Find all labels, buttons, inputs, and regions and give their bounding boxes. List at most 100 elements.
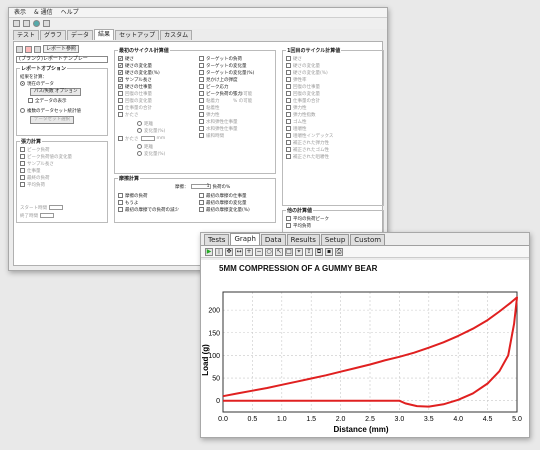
second-cycle-item[interactable]: 補正された咀嚼性 (286, 153, 333, 160)
first-cycle-item[interactable]: 回復の仕事量 (118, 90, 160, 97)
tab-results[interactable]: 結果 (94, 29, 115, 40)
first-cycle-item[interactable]: 弾力性 (199, 111, 254, 118)
second-cycle-item[interactable]: 補正されたゴム性 (286, 146, 333, 153)
first-cycle-item[interactable]: ✔ 硬さの仕事量 (118, 83, 160, 90)
new-icon[interactable] (16, 45, 23, 53)
tab-data2[interactable]: Data (260, 234, 286, 245)
play-icon[interactable]: ▶ (205, 247, 213, 256)
x-tick-label: 2.5 (365, 416, 375, 423)
delete-icon[interactable] (25, 45, 32, 53)
first-cycle-item[interactable]: ✔ 硬さの変化量 (118, 62, 160, 69)
first-cycle-item[interactable]: ✔ 硬さ (118, 55, 160, 62)
friction-item[interactable]: もうよ (118, 199, 179, 206)
second-cycle-item[interactable]: 硬さ (286, 55, 333, 62)
second-cycle-item[interactable]: 弾力性指数 (286, 111, 333, 118)
tab-graph-active[interactable]: Graph (230, 233, 260, 245)
tab-graph[interactable]: グラフ (40, 30, 67, 40)
first-cycle-item[interactable]: ターゲットの負荷 (199, 55, 254, 62)
other-calc-item[interactable]: 平均の負荷ピーク (286, 215, 329, 222)
friction-item[interactable]: 最初の摩擦変化量(%) (199, 206, 250, 213)
second-cycle-item[interactable]: 回復の仕事量 (286, 83, 333, 90)
menu-comm[interactable]: & 通信 (34, 9, 53, 16)
report-view-button[interactable]: レポート参照 (43, 45, 80, 53)
export-icon[interactable]: ⇪ (305, 247, 313, 256)
tab-custom2[interactable]: Custom (350, 234, 386, 245)
friction-angle-input[interactable]: 1 (190, 184, 211, 189)
first-cycle-item[interactable]: ピーク応力 (199, 83, 254, 90)
radio-multi-dataset[interactable]: 複数のデータセット統計値 (20, 107, 81, 114)
menu-view[interactable]: 表示 (14, 9, 26, 16)
tab-data[interactable]: データ (67, 30, 94, 40)
second-cycle-item[interactable]: 弾性率 (286, 76, 333, 83)
show-all-checkbox[interactable]: 全データの表示 (20, 97, 81, 104)
resize-icon[interactable]: ↔ (235, 247, 243, 256)
globe-icon[interactable] (33, 20, 40, 27)
second-cycle-item[interactable]: 咀嚼性インデックス (286, 132, 333, 139)
first-cycle-item[interactable]: ターゲットの変化量 (199, 62, 254, 69)
copy-icon[interactable]: ⧉ (315, 247, 323, 256)
radio-current-data[interactable]: 現在のデータ (20, 80, 81, 87)
tab-setup[interactable]: セットアップ (115, 30, 160, 40)
zoom-out-icon[interactable]: − (255, 247, 263, 256)
other-calc-item[interactable]: 平均負荷 (286, 222, 329, 229)
settings-icon[interactable] (43, 20, 50, 27)
start-time-input[interactable] (49, 205, 63, 210)
zoom-fit-icon[interactable]: ○ (265, 247, 273, 256)
tab-results2[interactable]: Results (286, 234, 320, 245)
first-cycle-item[interactable]: ✔ 硬さの変化量(%) (118, 69, 160, 76)
friction-item[interactable]: 最初の摩擦の仕事量 (199, 192, 250, 199)
end-time-input[interactable] (40, 213, 54, 218)
tension-item[interactable]: ピーク負荷値の変化量 (20, 153, 72, 160)
tab-test[interactable]: テスト (13, 30, 40, 40)
first-cycle-item[interactable]: 水和弾性仕事量 (199, 118, 254, 125)
pass-fail-button[interactable]: パス/失敗 オプション (30, 88, 82, 96)
print-icon[interactable]: ⎙ (335, 247, 343, 256)
pointer-icon[interactable]: ↖ (275, 247, 283, 256)
tab-custom[interactable]: カスタム (160, 30, 193, 40)
save-graph-icon[interactable]: ▪ (325, 247, 333, 256)
first-cycle-item[interactable]: 緩和時間 (199, 132, 254, 139)
second-cycle-list: 硬さ 硬さの変化量 硬さの変化量(%) 弾性率 回復の仕事量 回復の変化量 仕事量の合計 弾力… (286, 55, 333, 160)
friction-item[interactable]: 最初の摩擦での負荷の減少 (118, 206, 179, 213)
friction-item[interactable]: 摩擦の負荷 (118, 192, 179, 199)
select-dataset-button[interactable]: データセット選択 (30, 116, 74, 124)
cycle-unit-1: % の可能 (233, 92, 253, 97)
first-cycle-item[interactable]: かたさ (118, 111, 160, 118)
tension-item[interactable]: 仕事量 (20, 167, 72, 174)
second-cycle-item[interactable]: ゴム性 (286, 118, 333, 125)
first-cycle-item[interactable]: 水和弾性仕事量 (199, 125, 254, 132)
tab-tests[interactable]: Tests (204, 234, 230, 245)
pause-icon[interactable]: ‖ (215, 247, 223, 256)
tension-item[interactable]: 最終の負荷 (20, 174, 72, 181)
cycle-unit-2: % の可能 (233, 99, 253, 104)
first-cycle-item[interactable]: 見かけ上の弾度 (199, 76, 254, 83)
second-cycle-item[interactable]: 仕事量の合計 (286, 97, 333, 104)
second-cycle-item[interactable]: 回復の変化量 (286, 90, 333, 97)
tension-item[interactable]: サンプル長さ (20, 160, 72, 167)
select-box-icon[interactable]: □ (285, 247, 293, 256)
first-cycle-item[interactable]: 仕事量の合計 (118, 104, 160, 111)
second-cycle-item[interactable]: 咀嚼性 (286, 125, 333, 132)
second-cycle-item[interactable]: 補正された弾力性 (286, 139, 333, 146)
stop-icon[interactable] (23, 20, 30, 27)
first-cycle-item[interactable]: 粘着性 (199, 104, 254, 111)
x-tick-label: 3.0 (395, 416, 405, 423)
second-cycle-item[interactable]: 弾力性 (286, 104, 333, 111)
save-icon[interactable] (34, 45, 41, 53)
friction-item[interactable]: 最初の摩擦の変化量 (199, 199, 250, 206)
move-icon[interactable]: ✥ (225, 247, 233, 256)
first-cycle-item[interactable]: 回復の変化量 (118, 97, 160, 104)
x-axis-label: Distance (mm) (333, 425, 388, 434)
arrow-icon[interactable] (13, 20, 20, 27)
tab-setup2[interactable]: Setup (320, 234, 350, 245)
first-cycle-item[interactable]: ✔ サンプル長さ (118, 76, 160, 83)
tension-item[interactable]: 平均負荷 (20, 181, 72, 188)
template-select[interactable]: (ブランク)レポートテンプレー (16, 56, 108, 63)
menu-help[interactable]: ヘルプ (61, 9, 79, 16)
tension-item[interactable]: ピーク負荷 (20, 146, 72, 153)
cursor-icon[interactable]: ⌖ (295, 247, 303, 256)
first-cycle-item[interactable]: ターゲットの変化量(%) (199, 69, 254, 76)
second-cycle-item[interactable]: 硬さの変化量(%) (286, 69, 333, 76)
zoom-in-icon[interactable]: + (245, 247, 253, 256)
second-cycle-item[interactable]: 硬さの変化量 (286, 62, 333, 69)
